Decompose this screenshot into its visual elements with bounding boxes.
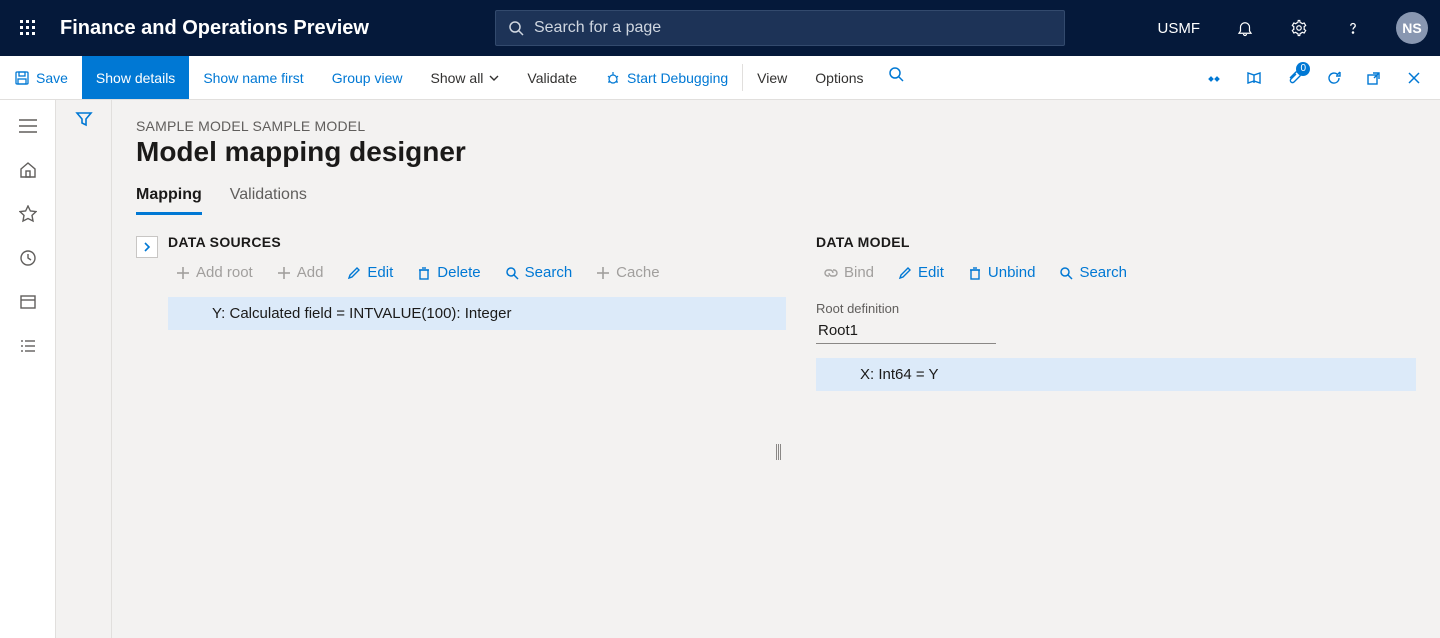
save-button[interactable]: Save: [0, 56, 82, 99]
group-view-button[interactable]: Group view: [318, 56, 417, 99]
data-model-panel: DATA MODEL Bind Edit Unbind: [816, 234, 1416, 620]
workspace-icon: [19, 293, 37, 311]
validate-button[interactable]: Validate: [513, 56, 591, 99]
data-sources-panel: DATA SOURCES Add root Add Edit: [136, 234, 786, 620]
company-code: USMF: [1158, 20, 1201, 37]
trash-icon: [417, 266, 431, 280]
search-icon: [505, 266, 519, 280]
close-button[interactable]: [1396, 60, 1432, 96]
plus-icon: [596, 266, 610, 280]
attachments-count-badge: 0: [1296, 62, 1310, 76]
pencil-icon: [347, 266, 361, 280]
refresh-button[interactable]: [1316, 60, 1352, 96]
attachments-button[interactable]: 0: [1276, 60, 1312, 96]
global-header: Finance and Operations Preview Search fo…: [0, 0, 1440, 56]
root-definition-input[interactable]: [816, 318, 996, 344]
show-name-first-button[interactable]: Show name first: [189, 56, 317, 99]
chevron-down-icon: [489, 73, 499, 83]
waffle-icon: [20, 20, 36, 36]
page-tabs: Mapping Validations: [136, 182, 1416, 216]
search-icon: [1059, 266, 1073, 280]
main-content: SAMPLE MODEL SAMPLE MODEL Model mapping …: [112, 100, 1440, 638]
data-model-node[interactable]: X: Int64 = Y: [816, 358, 1416, 391]
app-launcher-button[interactable]: [12, 12, 44, 44]
clock-icon: [19, 249, 37, 267]
command-bar: Save Show details Show name first Group …: [0, 56, 1440, 100]
close-icon: [1407, 71, 1421, 85]
edit-button[interactable]: Edit: [339, 260, 401, 285]
save-icon: [14, 70, 30, 86]
book-icon: [1246, 70, 1262, 86]
options-menu[interactable]: Options: [801, 56, 877, 99]
dm-search-button[interactable]: Search: [1051, 260, 1135, 285]
popout-icon: [1366, 70, 1382, 86]
filter-icon: [75, 110, 93, 128]
add-button[interactable]: Add: [269, 260, 332, 285]
diamond-icon: [1206, 70, 1222, 86]
pencil-icon: [898, 266, 912, 280]
hamburger-icon: [19, 119, 37, 133]
dm-edit-button[interactable]: Edit: [890, 260, 952, 285]
popout-button[interactable]: [1356, 60, 1392, 96]
cache-button[interactable]: Cache: [588, 260, 667, 285]
panel-collapse-toggle[interactable]: [136, 236, 158, 258]
settings-button[interactable]: [1280, 8, 1318, 48]
filter-rail: [56, 100, 112, 638]
search-icon: [888, 66, 904, 82]
home-icon: [19, 161, 37, 179]
unbind-button[interactable]: Unbind: [960, 260, 1044, 285]
notifications-button[interactable]: [1226, 8, 1264, 48]
gear-icon: [1290, 19, 1308, 37]
data-model-toolbar: Bind Edit Unbind Search: [816, 260, 1416, 285]
search-icon: [508, 20, 524, 36]
add-root-button[interactable]: Add root: [168, 260, 261, 285]
bind-button[interactable]: Bind: [816, 260, 882, 285]
search-placeholder: Search for a page: [534, 19, 661, 37]
data-sources-toolbar: Add root Add Edit Delete: [168, 260, 786, 285]
delete-button[interactable]: Delete: [409, 260, 488, 285]
app-title: Finance and Operations Preview: [60, 17, 369, 40]
trash-icon: [968, 266, 982, 280]
page-title: Model mapping designer: [136, 136, 1416, 168]
refresh-icon: [1326, 70, 1342, 86]
nav-recent-button[interactable]: [8, 238, 48, 278]
data-model-heading: DATA MODEL: [816, 234, 1416, 250]
show-all-dropdown[interactable]: Show all: [417, 56, 514, 99]
start-debugging-button[interactable]: Start Debugging: [591, 56, 742, 99]
breadcrumb: SAMPLE MODEL SAMPLE MODEL: [136, 118, 1416, 134]
related-info-button[interactable]: [1196, 60, 1232, 96]
plus-icon: [277, 266, 291, 280]
nav-modules-button[interactable]: [8, 326, 48, 366]
command-search-button[interactable]: [878, 56, 914, 92]
nav-workspaces-button[interactable]: [8, 282, 48, 322]
plus-icon: [176, 266, 190, 280]
tab-validations[interactable]: Validations: [230, 182, 307, 215]
left-navigation-rail: [0, 100, 56, 638]
panel-splitter[interactable]: [776, 444, 782, 460]
data-sources-heading: DATA SOURCES: [168, 234, 786, 250]
link-icon: [824, 266, 838, 280]
tab-mapping[interactable]: Mapping: [136, 182, 202, 215]
company-picker[interactable]: USMF: [1148, 8, 1211, 48]
help-button[interactable]: [1334, 8, 1372, 48]
global-search[interactable]: Search for a page: [495, 10, 1065, 46]
nav-home-button[interactable]: [8, 150, 48, 190]
user-initials: NS: [1402, 20, 1421, 36]
star-icon: [19, 205, 37, 223]
help-icon: [1344, 19, 1362, 37]
nav-collapse-button[interactable]: [8, 106, 48, 146]
chevron-right-icon: [142, 242, 152, 252]
user-avatar[interactable]: NS: [1396, 12, 1428, 44]
search-button[interactable]: Search: [497, 260, 581, 285]
view-menu[interactable]: View: [743, 56, 801, 99]
root-definition-label: Root definition: [816, 301, 1416, 316]
show-details-button[interactable]: Show details: [82, 56, 189, 99]
nav-favorites-button[interactable]: [8, 194, 48, 234]
modules-icon: [19, 337, 37, 355]
filter-button[interactable]: [75, 110, 93, 638]
bell-icon: [1236, 19, 1254, 37]
debug-icon: [605, 70, 621, 86]
open-new-window-button[interactable]: [1236, 60, 1272, 96]
data-source-node[interactable]: Y: Calculated field = INTVALUE(100): Int…: [168, 297, 786, 330]
